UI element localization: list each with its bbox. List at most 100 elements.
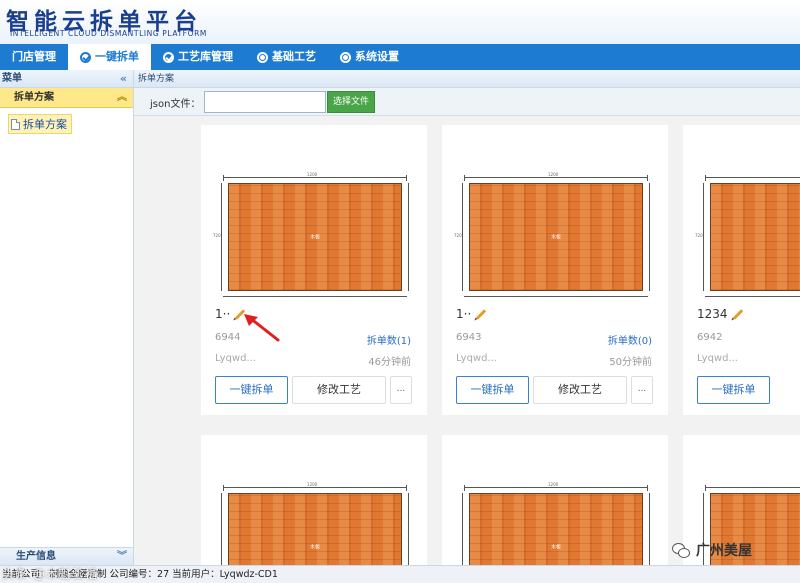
board-thumbnail[interactable]: 720	[695, 175, 800, 297]
height-dimension-label: 720	[695, 233, 703, 238]
plan-card: 720 1234 6942 Lyqwd... 一键拆单	[683, 125, 800, 415]
nav-label: 门店管理	[12, 50, 56, 63]
nav-store-management[interactable]: 门店管理	[0, 44, 68, 70]
board-panel: 木板	[469, 493, 643, 565]
nav-process-library[interactable]: 工艺库管理	[151, 44, 245, 70]
height-dimension	[221, 183, 224, 291]
plan-name: 1··	[456, 307, 487, 321]
plan-name-text: 1··	[215, 307, 231, 321]
more-button[interactable]: ...	[631, 376, 653, 404]
chevron-down-icon[interactable]: ︾	[117, 548, 127, 566]
one-click-split-button[interactable]: 一键拆单	[456, 376, 529, 404]
board-label: 木板	[309, 544, 321, 551]
height-dimension	[221, 493, 224, 565]
width-dimension	[464, 485, 648, 491]
width-dimension-label: 1200	[548, 482, 559, 487]
height-dimension	[462, 493, 465, 565]
json-file-label: json文件：	[150, 99, 201, 110]
nav-label: 工艺库管理	[178, 50, 233, 63]
plan-id: 6942	[697, 332, 723, 343]
width-dimension	[223, 485, 407, 491]
breadcrumb-label: 拆单方案	[138, 74, 175, 84]
more-button[interactable]: ...	[390, 376, 412, 404]
board-thumbnail[interactable]: 1200 720 木板	[454, 172, 650, 297]
split-count-link[interactable]: 拆单数(1)	[367, 332, 411, 347]
board-label: 木板	[309, 234, 321, 241]
plan-time: 50分钟前	[609, 357, 652, 368]
width-dimension-label: 1200	[307, 482, 318, 487]
chevron-up-icon[interactable]: ︽	[117, 88, 127, 108]
width-dimension	[223, 294, 407, 297]
plan-card: 1200 720 木板 1·· 6943 拆单数(0) Lyqwd... 50分…	[442, 125, 668, 415]
circle-dot-icon	[257, 51, 268, 63]
nav-one-click-split[interactable]: 一键拆单	[68, 44, 151, 70]
plan-user: Lyqwd...	[697, 353, 738, 364]
width-dimension	[223, 175, 407, 181]
pencil-icon[interactable]	[475, 308, 487, 320]
app-subtitle: INTELLIGENT CLOUD DISMANTLING PLATFORM	[10, 29, 207, 38]
check-circle-icon	[80, 51, 91, 63]
pencil-icon[interactable]	[732, 308, 743, 320]
plan-user: Lyqwd...	[215, 353, 256, 364]
red-arrow-annotation	[244, 314, 280, 342]
app-header: 智能云拆单平台 INTELLIGENT CLOUD DISMANTLING PL…	[0, 0, 800, 44]
board-panel: 木板	[228, 183, 402, 291]
sidebar: 菜单 « 拆单方案 ︽ 拆单方案 生产信息 ︾	[0, 70, 134, 565]
sidebar-item-split-plan[interactable]: 拆单方案	[8, 114, 72, 134]
breadcrumb: 拆单方案	[134, 70, 800, 88]
board-panel: 木板	[469, 183, 643, 291]
split-count-link[interactable]: 拆单数(0)	[608, 332, 652, 347]
watermark-right: 广州美屋	[672, 540, 752, 560]
board-label: 木板	[550, 234, 562, 241]
one-click-split-button[interactable]: 一键拆单	[697, 376, 770, 404]
plan-card: 1200 木板	[442, 435, 668, 565]
board-panel	[710, 183, 800, 291]
width-dimension	[464, 175, 648, 181]
plan-grid: 1200 720 木板 1·· 6944 拆单数(1) Lyqwd... 46分…	[134, 117, 800, 565]
plan-name-text: 1234	[697, 307, 728, 321]
sidebar-group-label: 生产信息	[16, 551, 56, 562]
edit-process-button[interactable]: 修改工艺	[533, 376, 627, 404]
height-dimension	[647, 183, 650, 291]
sidebar-header-label: 菜单	[2, 73, 22, 84]
collapse-icon[interactable]: «	[120, 70, 127, 88]
plan-name: 1234	[697, 307, 744, 321]
nav-label: 系统设置	[355, 50, 399, 63]
watermark-right-text: 广州美屋	[696, 543, 752, 559]
json-file-input[interactable]	[204, 91, 326, 113]
choose-file-button[interactable]: 选择文件	[327, 91, 375, 113]
board-thumbnail[interactable]: 1200 木板	[462, 482, 650, 565]
edit-process-button[interactable]: 修改工艺	[292, 376, 386, 404]
wechat-icon	[672, 543, 690, 558]
nav-system-settings[interactable]: 系统设置	[328, 44, 411, 70]
nav-label: 一键拆单	[95, 50, 139, 63]
watermark-left: 头条 @木魁验福	[2, 567, 98, 581]
height-dimension-label: 720	[213, 233, 221, 238]
plan-card: 1200 木板	[201, 435, 427, 565]
board-thumbnail[interactable]: 1200 木板	[221, 482, 409, 565]
width-dimension-label: 1200	[307, 172, 318, 177]
nav-basic-process[interactable]: 基础工艺	[245, 44, 328, 70]
sidebar-item-label: 拆单方案	[23, 118, 67, 131]
width-dimension	[705, 485, 800, 491]
plan-id: 6944	[215, 332, 241, 343]
height-dimension	[462, 183, 465, 291]
document-icon	[11, 118, 20, 130]
width-dimension-label: 1200	[548, 172, 559, 177]
width-dimension	[705, 294, 800, 297]
board-panel: 木板	[228, 493, 402, 565]
plan-time: 46分钟前	[368, 357, 411, 368]
height-dimension-label: 720	[454, 233, 462, 238]
sidebar-group-label: 拆单方案	[14, 92, 54, 103]
sidebar-group-split-plan[interactable]: 拆单方案 ︽	[0, 88, 133, 108]
height-dimension	[406, 183, 409, 291]
one-click-split-button[interactable]: 一键拆单	[215, 376, 288, 404]
board-thumbnail[interactable]: 1200 720 木板	[213, 172, 409, 297]
height-dimension	[703, 183, 706, 291]
width-dimension	[464, 294, 648, 297]
circle-dot-icon	[340, 51, 351, 63]
sidebar-group-production-info[interactable]: 生产信息 ︾	[0, 547, 133, 565]
nav-label: 基础工艺	[272, 50, 316, 63]
main-nav: 门店管理 一键拆单 工艺库管理 基础工艺 系统设置	[0, 44, 800, 70]
plan-name-text: 1··	[456, 307, 472, 321]
